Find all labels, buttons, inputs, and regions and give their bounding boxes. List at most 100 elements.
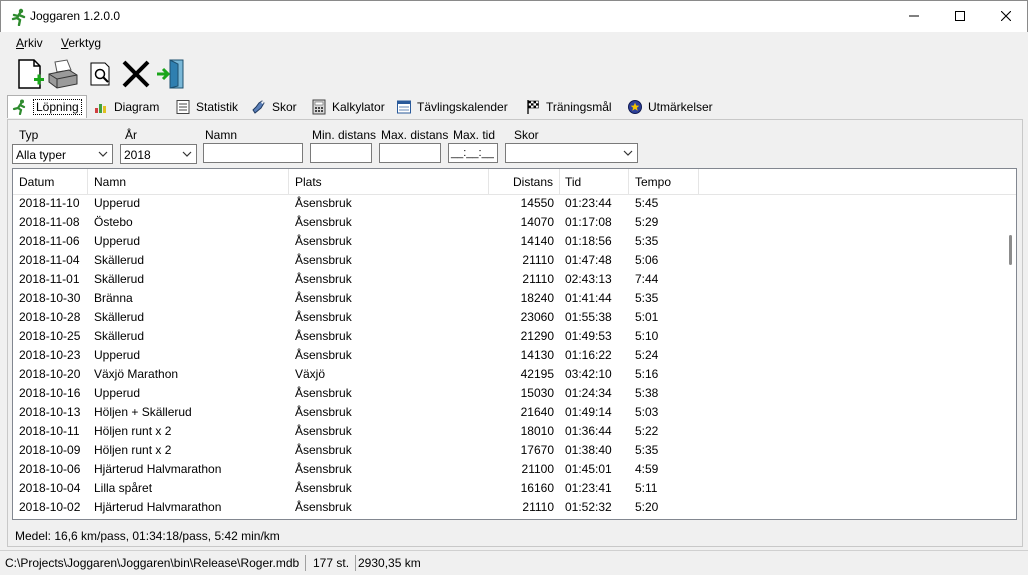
cell-distans: 16160 bbox=[520, 481, 554, 495]
max-tid-input[interactable]: __:__:__ bbox=[448, 143, 498, 163]
cell-tid: 01:18:56 bbox=[565, 234, 612, 248]
tab-diagram[interactable]: Diagram bbox=[93, 97, 159, 117]
cell-namn: Höljen + Skällerud bbox=[94, 405, 192, 419]
column-header-plats[interactable]: Plats bbox=[289, 169, 489, 194]
cell-plats: Åsensbruk bbox=[295, 329, 352, 343]
close-button[interactable] bbox=[983, 1, 1028, 31]
table-row[interactable]: 2018-11-08 Östebo Åsensbruk 14070 01:17:08 5:… bbox=[13, 213, 1003, 232]
cell-namn: Växjö Marathon bbox=[94, 367, 179, 381]
skor-select[interactable] bbox=[505, 143, 638, 163]
table-row[interactable]: 2018-10-16 Upperud Åsensbruk 15030 01:24:34 5… bbox=[13, 384, 1003, 403]
cell-distans: 21110 bbox=[522, 272, 554, 286]
table-row[interactable]: 2018-10-25 Skällerud Åsensbruk 21290 01:49:5… bbox=[13, 327, 1003, 346]
menu-arkiv[interactable]: Arkiv bbox=[16, 36, 43, 50]
maximize-button[interactable] bbox=[937, 1, 983, 31]
table-row[interactable]: 2018-10-09 Höljen runt x 2 Åsensbruk 17670 0… bbox=[13, 441, 1003, 460]
column-header-namn[interactable]: Namn bbox=[88, 169, 289, 194]
table-row[interactable]: 2018-11-06 Upperud Åsensbruk 14140 01:18:56 5… bbox=[13, 232, 1003, 251]
tab-bar: Löpning Diagram Statistik Skor Kalkylato… bbox=[1, 95, 1027, 119]
column-header-tid[interactable]: Tid bbox=[560, 169, 629, 194]
vertical-scrollbar[interactable] bbox=[1002, 169, 1016, 519]
column-header-distans[interactable]: Distans bbox=[489, 169, 560, 194]
cell-tempo: 4:59 bbox=[635, 462, 659, 476]
table-row[interactable]: 2018-10-13 Höljen + Skällerud Åsensbruk 216… bbox=[13, 403, 1003, 422]
table-row[interactable]: 2018-10-04 Lilla spåret Åsensbruk 16160 01:2… bbox=[13, 479, 1003, 498]
tab-statistik[interactable]: Statistik bbox=[175, 97, 238, 117]
table-row[interactable]: 2018-11-01 Skällerud Åsensbruk 21110 02:43:1… bbox=[13, 270, 1003, 289]
table-row[interactable]: 2018-10-06 Hjärterud Halvmarathon Åsensbru… bbox=[13, 460, 1003, 479]
max-distans-input[interactable] bbox=[379, 143, 441, 163]
scrollbar-thumb[interactable] bbox=[1009, 235, 1012, 265]
cell-tid: 01:16:22 bbox=[565, 348, 612, 362]
cell-tid: 01:41:44 bbox=[565, 291, 612, 305]
exit-icon bbox=[157, 59, 184, 89]
table-row[interactable]: 2018-11-04 Skällerud Åsensbruk 21110 01:47:4… bbox=[13, 251, 1003, 270]
namn-input[interactable] bbox=[203, 143, 303, 163]
cell-datum: 2018-10-09 bbox=[19, 443, 81, 457]
cell-distans: 14140 bbox=[520, 234, 554, 248]
cell-datum: 2018-10-23 bbox=[19, 348, 81, 362]
cell-distans: 21640 bbox=[520, 405, 554, 419]
column-header-datum[interactable]: Datum bbox=[13, 169, 88, 194]
close-icon bbox=[1001, 11, 1011, 21]
table-row[interactable]: 2018-10-11 Höljen runt x 2 Åsensbruk 18010 0… bbox=[13, 422, 1003, 441]
runs-table[interactable]: Datum Namn Plats Distans Tid Tempo 2018-… bbox=[12, 168, 1017, 520]
calendar-icon bbox=[397, 100, 411, 114]
max-tid-label: Max. tid bbox=[453, 128, 496, 142]
tab-skor[interactable]: Skor bbox=[251, 97, 297, 117]
ar-select[interactable]: 2018 bbox=[120, 144, 197, 164]
cell-tid: 01:23:44 bbox=[565, 196, 612, 210]
cell-datum: 2018-10-02 bbox=[19, 500, 81, 514]
cell-plats: Åsensbruk bbox=[295, 462, 352, 476]
cell-tempo: 5:45 bbox=[635, 196, 659, 210]
cell-plats: Åsensbruk bbox=[295, 310, 352, 324]
cell-tid: 01:36:44 bbox=[565, 424, 612, 438]
typ-label: Typ bbox=[19, 128, 39, 142]
print-button[interactable] bbox=[47, 58, 79, 90]
table-row[interactable]: 2018-10-02 Hjärterud Halvmarathon Åsensbru… bbox=[13, 498, 1003, 517]
cell-namn: Lilla spåret bbox=[94, 481, 153, 495]
cell-plats: Åsensbruk bbox=[295, 405, 352, 419]
cell-tid: 01:38:40 bbox=[565, 443, 612, 457]
cell-tid: 02:43:13 bbox=[565, 272, 612, 286]
tab-tavlingskalender[interactable]: Tävlingskalender bbox=[396, 97, 508, 117]
menu-bar: Arkiv Verktyg bbox=[1, 32, 1027, 54]
cell-tid: 01:49:53 bbox=[565, 329, 612, 343]
min-distans-input[interactable] bbox=[310, 143, 372, 163]
print-preview-button[interactable] bbox=[85, 58, 117, 90]
table-header: Datum Namn Plats Distans Tid Tempo bbox=[13, 169, 1016, 195]
cell-namn: Bränna bbox=[94, 291, 133, 305]
table-row[interactable]: 2018-11-10 Upperud Åsensbruk 14550 01:23:44 5… bbox=[13, 194, 1003, 213]
cell-namn: Höljen runt x 2 bbox=[94, 443, 172, 457]
cell-namn: Skällerud bbox=[94, 310, 145, 324]
column-header-tempo[interactable]: Tempo bbox=[629, 169, 699, 194]
cell-datum: 2018-10-20 bbox=[19, 367, 81, 381]
toolbar bbox=[1, 55, 1027, 93]
table-row[interactable]: 2018-10-20 Växjö Marathon Växjö 42195 03:42:… bbox=[13, 365, 1003, 384]
minimize-button[interactable] bbox=[891, 1, 937, 31]
cell-distans: 15030 bbox=[520, 386, 554, 400]
cell-distans: 21110 bbox=[522, 500, 554, 514]
tab-kalkylator[interactable]: Kalkylator bbox=[311, 97, 385, 117]
new-button[interactable] bbox=[14, 58, 46, 90]
table-row[interactable]: 2018-10-23 Upperud Åsensbruk 14130 01:16:22 5… bbox=[13, 346, 1003, 365]
table-row[interactable]: 2018-10-30 Bränna Åsensbruk 18240 01:41:44 5:… bbox=[13, 289, 1003, 308]
list-icon bbox=[176, 100, 190, 114]
typ-select[interactable]: Alla typer bbox=[12, 144, 113, 164]
cell-distans: 23060 bbox=[520, 310, 554, 324]
exit-button[interactable] bbox=[155, 58, 187, 90]
delete-button[interactable] bbox=[120, 58, 152, 90]
print-icon bbox=[48, 59, 78, 89]
tab-utmarkelser[interactable]: Utmärkelser bbox=[627, 97, 713, 117]
cell-namn: Hjärterud Halvmarathon bbox=[94, 500, 222, 514]
table-row[interactable]: 2018-10-28 Skällerud Åsensbruk 23060 01:55:3… bbox=[13, 308, 1003, 327]
tab-lopning[interactable]: Löpning bbox=[7, 95, 87, 118]
cell-namn: Höljen runt x 2 bbox=[94, 424, 172, 438]
namn-label: Namn bbox=[205, 128, 238, 142]
cell-namn: Östebo bbox=[94, 215, 133, 229]
cell-datum: 2018-10-13 bbox=[19, 405, 81, 419]
tab-traningsmal[interactable]: Träningsmål bbox=[525, 97, 612, 117]
menu-verktyg[interactable]: Verktyg bbox=[61, 36, 101, 50]
delete-icon bbox=[122, 60, 150, 88]
status-file-path: C:\Projects\Joggaren\Joggaren\bin\Releas… bbox=[5, 555, 307, 571]
